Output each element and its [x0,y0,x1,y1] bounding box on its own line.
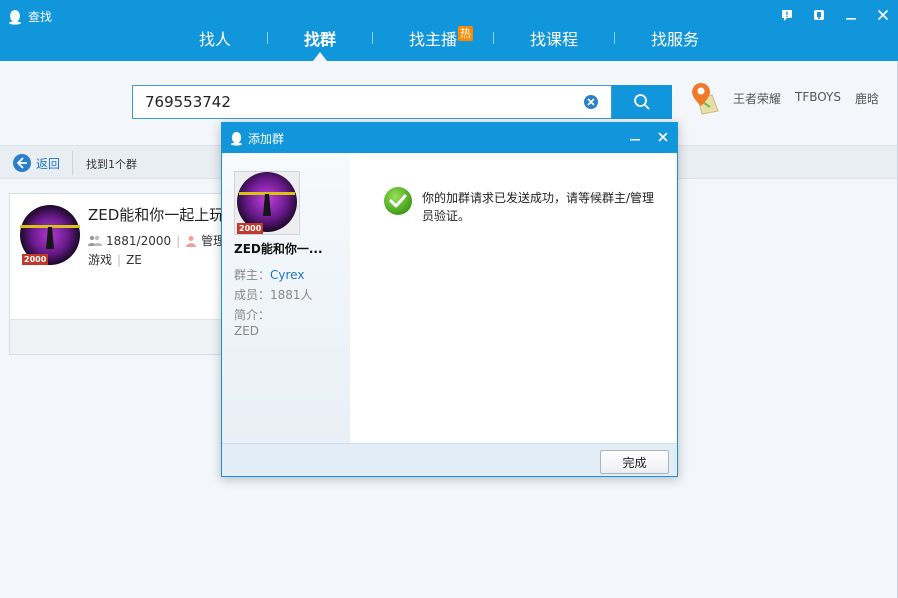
done-button[interactable]: 完成 [600,450,669,474]
tab-find-streamer-label: 找主播 [409,30,458,49]
group-result-card[interactable]: 2000 ZED能和你一起上玩 1881/2000 | 管理 游戏 | ZE [9,193,249,355]
search-button[interactable] [612,85,672,119]
back-arrow-icon [13,154,31,172]
group-avatar[interactable]: 2000 [20,205,80,265]
clear-search-icon[interactable] [583,94,599,110]
search-input[interactable] [145,86,575,118]
group-info-panel: 2000 ZED能和你一... 群主：Cyrex 成员：1881人 简介： ZE… [222,153,350,443]
intro-value: ZED [234,324,260,338]
dialog-titlebar[interactable]: 添加群 [222,123,677,153]
members-value: 1881人 [270,288,313,302]
hot-badge: 热 [458,26,474,41]
divider [72,151,73,175]
back-button[interactable]: 返回 [12,153,60,173]
intro-label: 简介： [234,308,271,322]
tag: ZE [126,253,142,267]
members-icon [88,235,102,246]
nav-separator [493,32,494,44]
separator: | [176,233,181,248]
group-meta: 1881/2000 | 管理 [88,232,225,249]
group-name[interactable]: ZED能和你一起上玩 [88,204,224,225]
hot-word[interactable]: 鹿晗 [855,90,879,107]
nav-tabs: 找人 找群 找主播热 找课程 找服务 [0,22,898,61]
level-badge: 2000 [237,223,264,234]
hot-word[interactable]: 王者荣耀 [733,90,781,107]
group-members: 成员：1881人 [234,286,313,303]
map-location-icon[interactable] [690,81,720,115]
owner-icon [186,235,197,247]
results-count: 找到1个群 [86,158,137,171]
dialog-minimize-icon[interactable] [627,129,643,145]
nav-separator [267,32,268,44]
card-footer [10,319,248,354]
penguin-icon [230,132,243,146]
dialog-close-icon[interactable] [655,129,671,145]
owner-link[interactable]: Cyrex [270,268,304,282]
success-message: 你的加群请求已发送成功，请等候群主/管理员验证。 [422,191,655,223]
search-box [132,85,612,119]
members-label: 成员： [234,288,271,302]
tab-find-group[interactable]: 找群 [304,26,336,50]
hot-word[interactable]: TFBOYS [795,90,841,107]
tab-find-service[interactable]: 找服务 [651,26,699,50]
dialog-footer: 完成 [222,443,677,476]
dialog-title-text: 添加群 [248,132,285,146]
back-label: 返回 [36,156,61,171]
hot-words: 王者荣耀 TFBOYS 鹿晗 [733,90,879,107]
tab-find-streamer[interactable]: 找主播热 [409,26,474,50]
top-header: 查找 找人 找群 找主播热 找课程 找服务 [0,0,898,61]
nav-separator [614,32,615,44]
search-icon [634,94,650,110]
tab-find-people[interactable]: 找人 [199,26,231,50]
separator: | [117,253,122,267]
nav-separator [372,32,373,44]
dialog-title: 添加群 [230,130,284,147]
active-tab-caret [313,52,327,61]
level-badge: 2000 [22,254,49,265]
owner-label: 群主： [234,268,271,282]
tag: 游戏 [88,253,113,267]
group-tags: 游戏 | ZE [88,251,142,268]
group-owner: 群主：Cyrex [234,266,304,283]
dialog-group-name: ZED能和你一... [234,242,323,256]
member-count: 1881/2000 [106,233,172,248]
add-group-dialog: 添加群 2000 ZED能和你一... 群主：Cyrex 成员：1881人 简介… [221,122,678,477]
success-check-icon [384,187,412,215]
tab-find-course[interactable]: 找课程 [530,26,578,50]
dialog-group-avatar: 2000 [234,171,300,235]
